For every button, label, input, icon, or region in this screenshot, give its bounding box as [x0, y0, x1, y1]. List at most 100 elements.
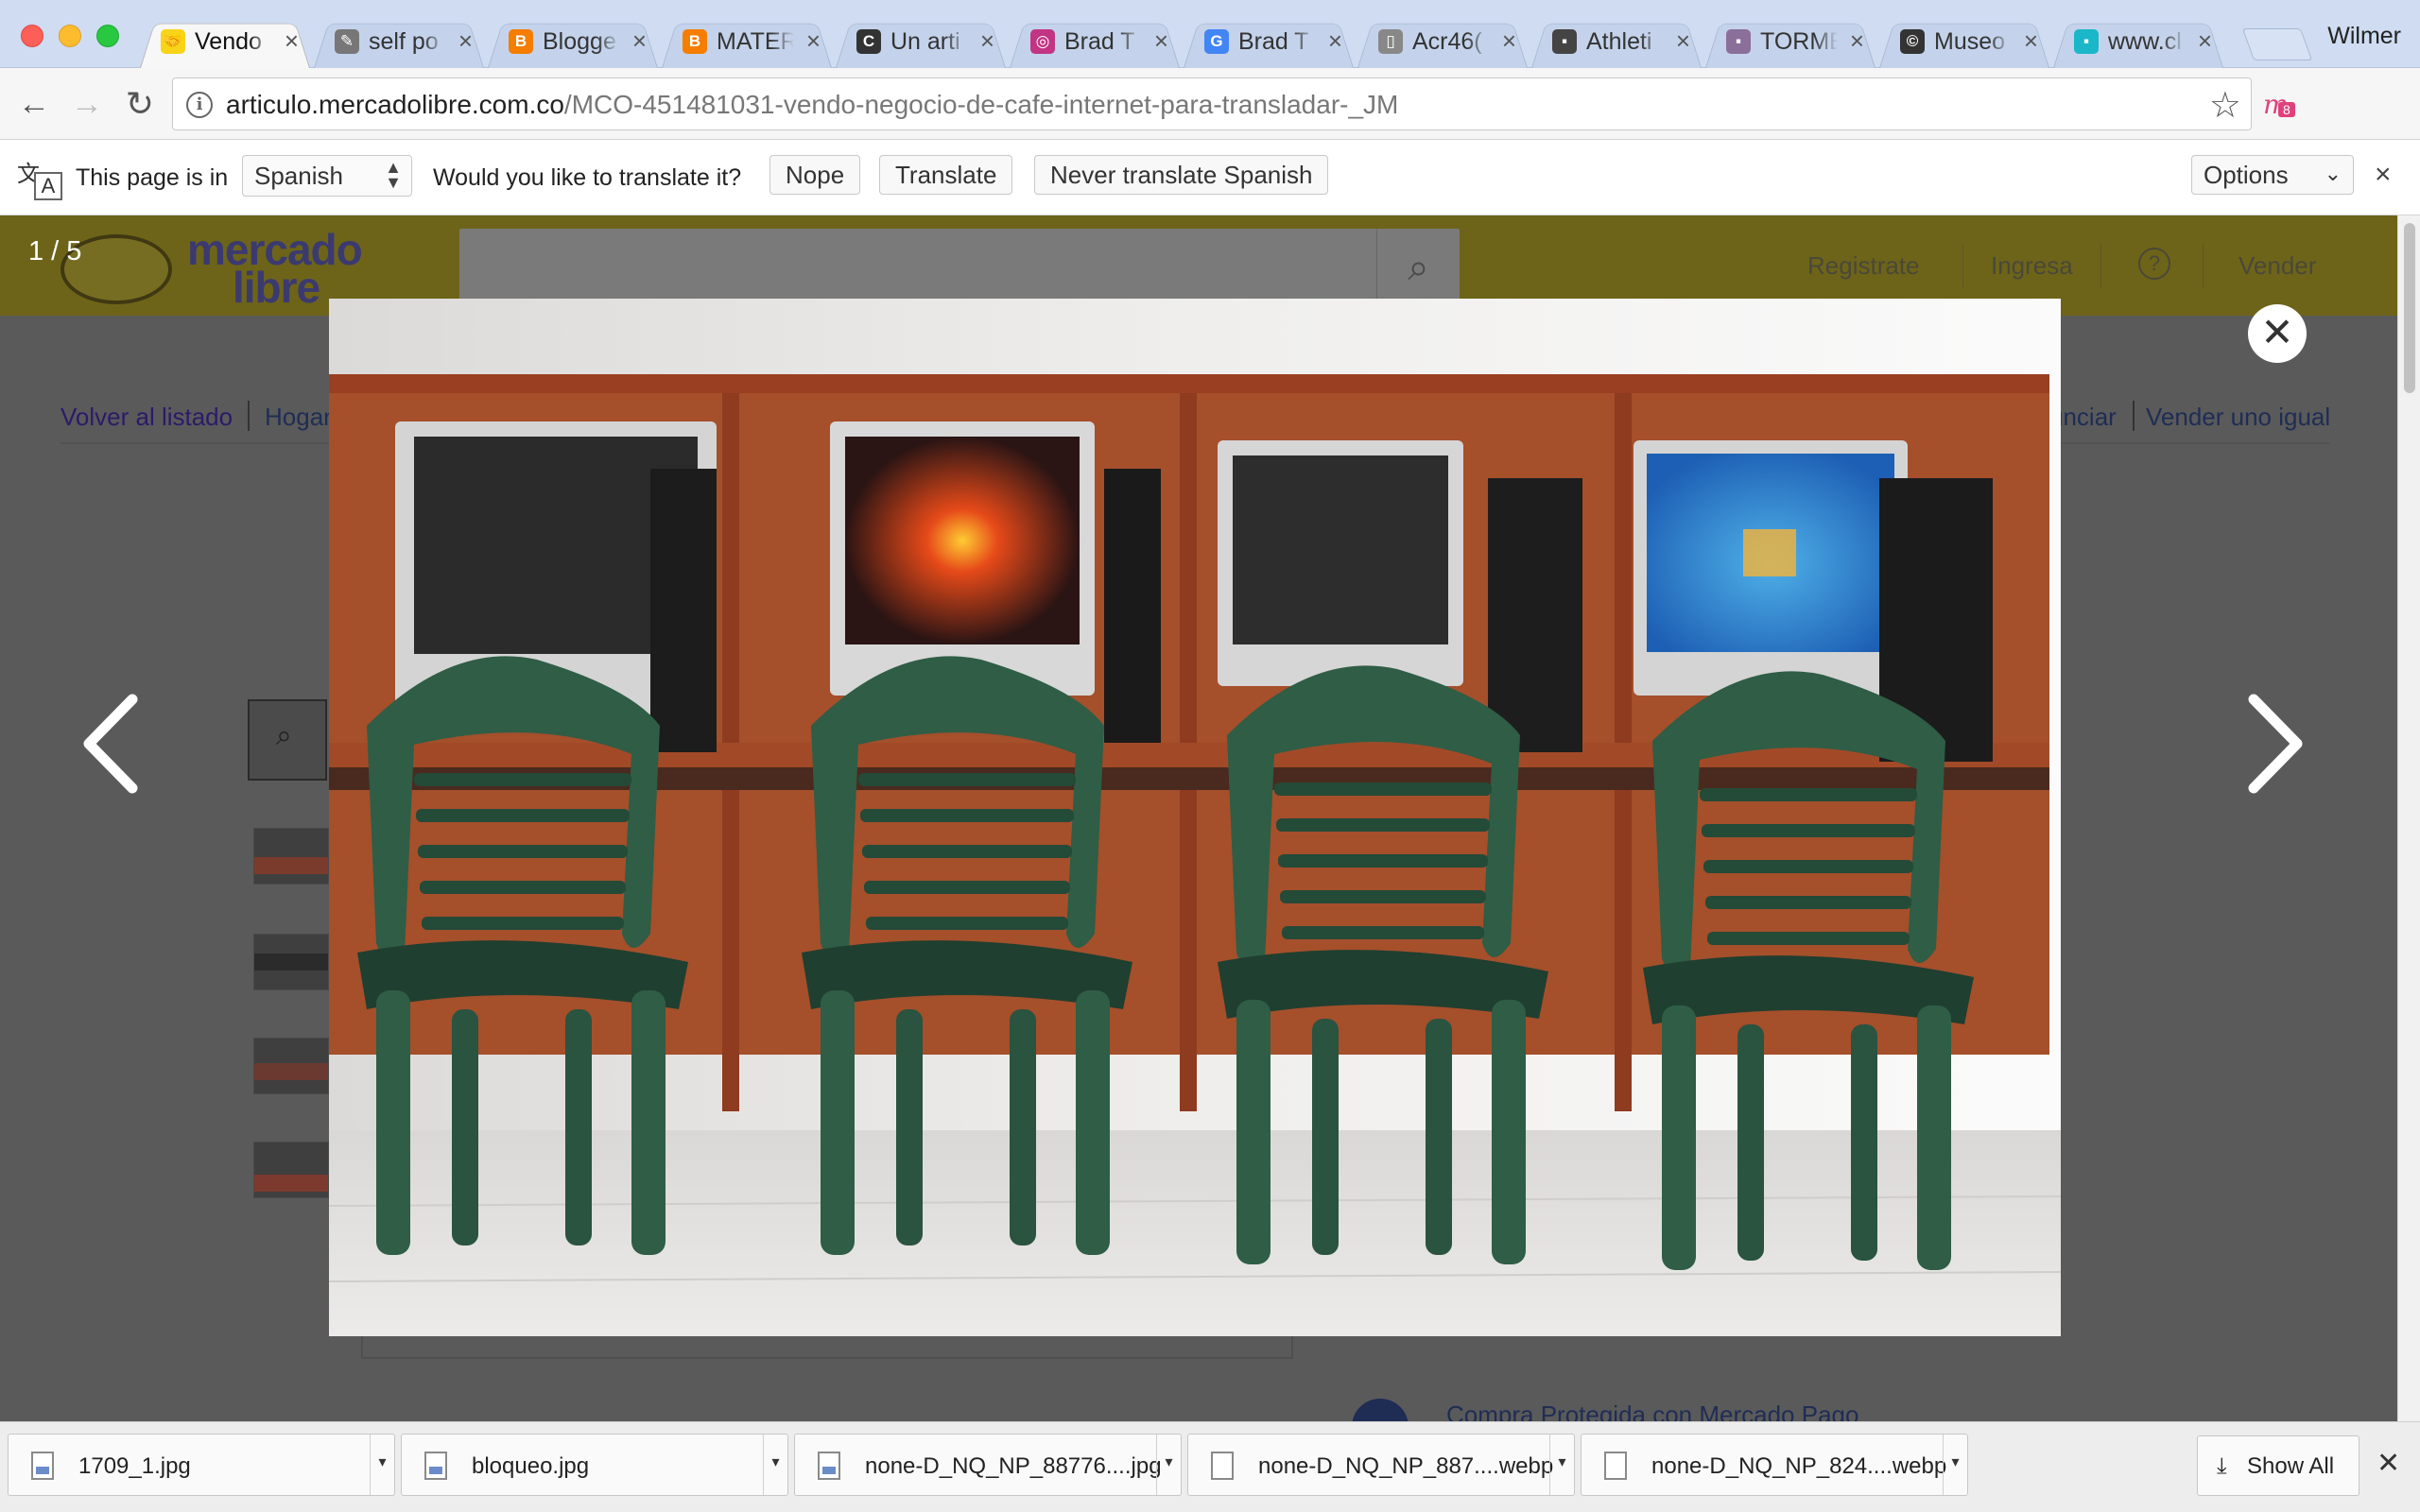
- tab-close-icon[interactable]: ×: [458, 26, 473, 55]
- gallery-thumbnail[interactable]: ⌕: [248, 699, 327, 781]
- tab-close-icon[interactable]: ×: [806, 26, 821, 55]
- tab-close-icon[interactable]: ×: [1154, 26, 1168, 55]
- profile-name[interactable]: Wilmer: [2327, 23, 2401, 50]
- translate-page-in-label: This page is in: [76, 164, 229, 191]
- loading-spinner-icon: C: [856, 29, 881, 54]
- blogger-icon: B: [683, 29, 707, 54]
- page-scrollbar[interactable]: [2397, 215, 2420, 1421]
- download-item[interactable]: none-D_NQ_NP_824....webp ▾: [1581, 1434, 1968, 1496]
- chevron-down-icon: ⌄: [2324, 162, 2342, 185]
- download-item[interactable]: none-D_NQ_NP_887....webp ▾: [1187, 1434, 1575, 1496]
- back-button[interactable]: ←: [15, 85, 53, 123]
- chevron-down-icon[interactable]: ▾: [763, 1435, 787, 1495]
- tab-title: self po: [369, 28, 439, 55]
- tab-close-icon[interactable]: ×: [980, 26, 994, 55]
- blog-avatar-icon: ✎: [335, 29, 359, 54]
- sell-link[interactable]: Vender: [2238, 251, 2316, 281]
- download-item[interactable]: bloqueo.jpg ▾: [401, 1434, 788, 1496]
- translate-bar-close-icon[interactable]: ×: [2375, 159, 2392, 191]
- source-language-value: Spanish: [254, 162, 343, 190]
- browser-tab[interactable]: ▪ TORME ×: [1705, 13, 1876, 68]
- scrollbar-thumb[interactable]: [2404, 223, 2415, 393]
- bookmark-star-icon[interactable]: ☆: [2209, 84, 2241, 127]
- gallery-thumbnail[interactable]: [253, 828, 329, 885]
- gallery-thumbnail[interactable]: [253, 1142, 329, 1198]
- search-icon[interactable]: ⌕: [1376, 229, 1460, 306]
- browser-tab[interactable]: B MATER ×: [662, 13, 832, 68]
- tab-title: Blogge: [543, 28, 616, 55]
- help-icon[interactable]: ?: [2138, 248, 2170, 280]
- new-tab-button[interactable]: [2241, 28, 2313, 60]
- url-path: /MCO-451481031-vendo-negocio-de-cafe-int…: [563, 90, 1399, 119]
- browser-tab[interactable]: ✎ self po ×: [314, 13, 484, 68]
- never-translate-button[interactable]: Never translate Spanish: [1034, 155, 1329, 195]
- browser-tab[interactable]: 🤝 Vendo ×: [140, 13, 310, 68]
- breadcrumb-divider: [248, 401, 250, 431]
- browser-tab[interactable]: ▪ www.cl ×: [2053, 13, 2223, 68]
- browser-tab[interactable]: ◎ Brad T ×: [1010, 13, 1180, 68]
- translate-infobar: 文 A This page is in Spanish ▲ ▼ Would you…: [0, 140, 2420, 215]
- gallery-thumbnail[interactable]: [253, 934, 329, 990]
- tab-close-icon[interactable]: ×: [632, 26, 647, 55]
- translate-options-select[interactable]: Options ⌄: [2191, 155, 2354, 195]
- tab-close-icon[interactable]: ×: [1502, 26, 1516, 55]
- show-all-downloads-button[interactable]: ⤓ Show All: [2197, 1435, 2360, 1496]
- chevron-down-icon[interactable]: ▾: [1549, 1435, 1574, 1495]
- translate-options-label: Options: [2204, 161, 2289, 189]
- browser-tab[interactable]: ▯ Acr46(×: [1357, 13, 1528, 68]
- download-shelf-close-icon[interactable]: ✕: [2377, 1447, 2400, 1480]
- download-filename: none-D_NQ_NP_88776....jpg: [865, 1453, 1162, 1479]
- browser-tab[interactable]: C Un arti ×: [836, 13, 1006, 68]
- download-item[interactable]: none-D_NQ_NP_88776....jpg ▾: [794, 1434, 1182, 1496]
- forward-button[interactable]: →: [68, 85, 106, 123]
- chevron-down-icon[interactable]: ▾: [1943, 1435, 1967, 1495]
- download-item[interactable]: 1709_1.jpg ▾: [8, 1434, 395, 1496]
- mercadolibre-logo[interactable]: mercado libre: [60, 228, 372, 309]
- tab-close-icon[interactable]: ×: [2198, 26, 2212, 55]
- register-link[interactable]: Registrate: [1807, 251, 1920, 281]
- select-arrows-icon: ▲ ▼: [385, 158, 402, 192]
- download-icon: ⤓: [2217, 1453, 2227, 1479]
- window-zoom-button[interactable]: [96, 25, 119, 47]
- translate-button[interactable]: Translate: [879, 155, 1013, 195]
- site-info-icon[interactable]: i: [186, 92, 213, 118]
- next-image-button[interactable]: [2238, 682, 2314, 805]
- chevron-right-icon: [2248, 694, 2303, 794]
- lightbox-close-button[interactable]: ✕: [2248, 304, 2307, 363]
- protected-purchase-text[interactable]: Compra Protegida con Mercado Pago: [1446, 1400, 1858, 1421]
- chevron-down-icon[interactable]: ▾: [1156, 1435, 1181, 1495]
- header-divider: [2203, 244, 2204, 287]
- tab-close-icon[interactable]: ×: [1328, 26, 1342, 55]
- tab-close-icon[interactable]: ×: [2024, 26, 2038, 55]
- site-search-input[interactable]: ⌕: [459, 229, 1460, 306]
- url-text[interactable]: articulo.mercadolibre.com.co/MCO-4514810…: [226, 90, 1398, 120]
- internet-cafe-photo: [329, 299, 2061, 1336]
- tab-title: Vendo: [195, 28, 262, 55]
- sell-similar-link[interactable]: Vender uno igual: [2146, 403, 2330, 432]
- chevron-down-icon[interactable]: ▾: [370, 1435, 394, 1495]
- gallery-thumbnail[interactable]: [253, 1038, 329, 1094]
- tab-title: Athleti: [1586, 28, 1652, 55]
- login-link[interactable]: Ingresa: [1991, 251, 2073, 281]
- tab-close-icon[interactable]: ×: [285, 26, 299, 55]
- address-bar[interactable]: i articulo.mercadolibre.com.co/MCO-45148…: [172, 77, 2252, 130]
- tab-close-icon[interactable]: ×: [1676, 26, 1690, 55]
- thumbnail-image: [254, 954, 328, 971]
- window-minimize-button[interactable]: [59, 25, 81, 47]
- browser-tab[interactable]: G Brad T ×: [1184, 13, 1354, 68]
- source-language-select[interactable]: Spanish ▲ ▼: [242, 155, 412, 197]
- tab-close-icon[interactable]: ×: [1850, 26, 1864, 55]
- tab-title: Museo: [1934, 28, 2006, 55]
- reload-button[interactable]: ↻: [121, 85, 159, 123]
- browser-tab[interactable]: B Blogge ×: [488, 13, 658, 68]
- breadcrumb-hogar[interactable]: Hogar: [265, 403, 332, 432]
- browser-tab[interactable]: © Museo ×: [1879, 13, 2049, 68]
- previous-image-button[interactable]: [72, 682, 147, 805]
- tab-strip: 🤝 Vendo × ✎ self po × B Blogge × B MATER × C Un arti ×…: [0, 0, 2420, 68]
- header-divider: [1962, 244, 1963, 287]
- back-to-listing-link[interactable]: Volver al listado: [60, 403, 233, 432]
- browser-tab[interactable]: ▪ Athleti ×: [1531, 13, 1702, 68]
- tab-title: TORME: [1760, 28, 1838, 55]
- window-close-button[interactable]: [21, 25, 43, 47]
- nope-button[interactable]: Nope: [769, 155, 861, 195]
